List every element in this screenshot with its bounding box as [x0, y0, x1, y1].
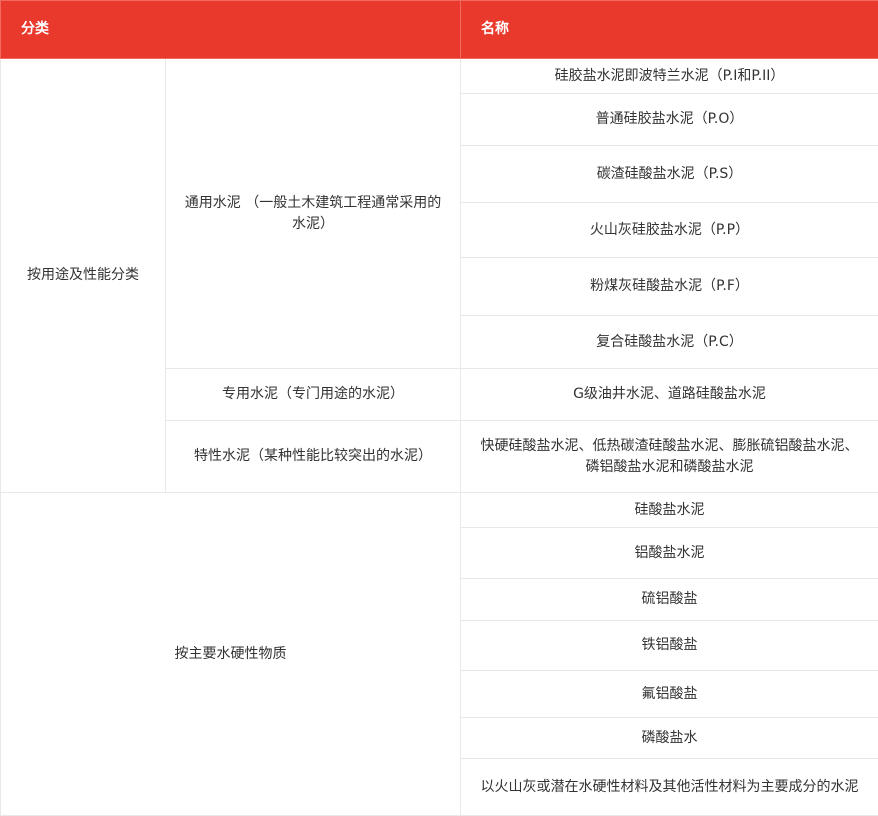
table-cell: 硫铝酸盐 — [460, 578, 878, 621]
table-row: 按主要水硬性物质 硅酸盐水泥 — [0, 492, 878, 816]
table-cell: 铁铝酸盐 — [460, 620, 878, 671]
subgroup-label-special: 专用水泥（专门用途的水泥） — [165, 368, 461, 421]
table-cell: 磷酸盐水 — [460, 717, 878, 759]
subgroup-label-characteristic: 特性水泥（某种性能比较突出的水泥） — [165, 420, 461, 493]
table-header-row: 分类 名称 — [0, 0, 878, 59]
table-cell: 碳渣硅酸盐水泥（P.S） — [460, 145, 878, 203]
table-cell: G级油井水泥、道路硅酸盐水泥 — [460, 368, 878, 421]
table-cell: 普通硅胶盐水泥（P.O） — [460, 93, 878, 146]
cement-classification-table: 分类 名称 按用途及性能分类 通用水泥 （一般土木建筑工程通常采用的水泥） 硅胶… — [0, 0, 878, 816]
subgroup-label-general: 通用水泥 （一般土木建筑工程通常采用的水泥） — [165, 58, 461, 369]
group-label-hydraulic: 按主要水硬性物质 — [0, 492, 461, 816]
table-cell: 氟铝酸盐 — [460, 670, 878, 718]
table-row: 按用途及性能分类 通用水泥 （一般土木建筑工程通常采用的水泥） 硅胶盐水泥即波特… — [0, 58, 878, 493]
table-cell: 复合硅酸盐水泥（P.C） — [460, 315, 878, 369]
table-cell: 铝酸盐水泥 — [460, 527, 878, 579]
header-name: 名称 — [460, 0, 878, 59]
group-label-usage: 按用途及性能分类 — [0, 58, 166, 493]
table-cell: 以火山灰或潜在水硬性材料及其他活性材料为主要成分的水泥 — [460, 758, 878, 816]
table-cell: 快硬硅酸盐水泥、低热碳渣硅酸盐水泥、膨胀硫铝酸盐水泥、磷铝酸盐水泥和磷酸盐水泥 — [460, 420, 878, 493]
table-cell: 硅酸盐水泥 — [460, 492, 878, 528]
table-cell: 硅胶盐水泥即波特兰水泥（P.I和P.II） — [460, 58, 878, 94]
header-category: 分类 — [0, 0, 461, 59]
table-cell: 火山灰硅胶盐水泥（P.P） — [460, 202, 878, 258]
table-cell: 粉煤灰硅酸盐水泥（P.F） — [460, 257, 878, 316]
